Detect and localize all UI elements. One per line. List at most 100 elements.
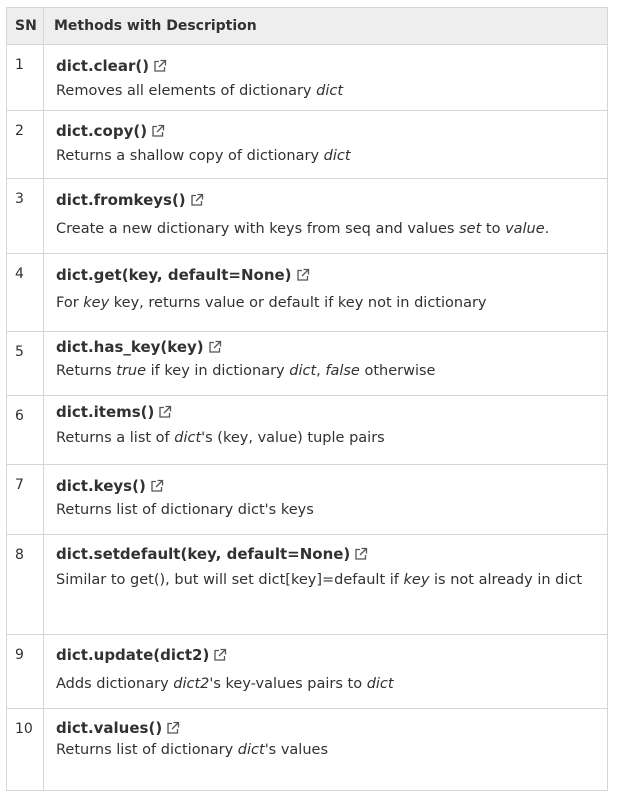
method-name[interactable]: dict.clear() (56, 57, 149, 75)
table-row: 7 dict.keys() Returns list of dictionary d… (7, 465, 607, 535)
table-body: 1 dict.clear() Removes all elements of dic… (7, 45, 607, 791)
method-description: Returns true if key in dictionary dict, … (56, 359, 596, 383)
description-text: Returns (56, 363, 117, 379)
method-link[interactable]: dict.items() (56, 403, 596, 421)
row-sn: 8 (7, 535, 44, 634)
method-link[interactable]: dict.clear() (56, 57, 596, 75)
description-text: For (56, 295, 84, 311)
description-emphasis: true (116, 363, 147, 379)
method-description: Returns a shallow copy of dictionary dic… (56, 144, 596, 168)
method-description: Similar to get(), but will set dict[key]… (56, 568, 596, 592)
row-description-cell: dict.update(dict2) Adds dictionary dict2'… (44, 635, 607, 708)
description-text: is not already in dict (429, 572, 583, 588)
method-link[interactable]: dict.has_key(key) (56, 338, 596, 356)
row-sn: 9 (7, 635, 44, 708)
method-link[interactable]: dict.get(key, default=None) (56, 266, 596, 284)
description-emphasis: dict (237, 742, 265, 758)
description-text: Returns a shallow copy of dictionary (56, 148, 324, 164)
row-description-cell: dict.keys() Returns list of dictionary di… (44, 465, 607, 534)
description-text: Create a new dictionary with keys from s… (56, 221, 460, 237)
description-emphasis: dict (366, 676, 394, 692)
table-row: 1 dict.clear() Removes all elements of dic… (7, 45, 607, 111)
description-emphasis: dict (323, 148, 351, 164)
table-row: 6 dict.items() Returns a list of dict's (k… (7, 396, 607, 465)
method-name[interactable]: dict.get(key, default=None) (56, 266, 292, 284)
external-link-icon[interactable] (190, 193, 204, 207)
row-sn: 6 (7, 396, 44, 464)
external-link-icon[interactable] (150, 479, 164, 493)
header-methods: Methods with Description (54, 18, 257, 34)
description-emphasis: dict (316, 83, 344, 99)
description-text: , (316, 363, 326, 379)
description-text: if key in dictionary (146, 363, 290, 379)
table-row: 9 dict.update(dict2) Adds dictionary dict2… (7, 635, 607, 709)
description-text: Removes all elements of dictionary (56, 83, 317, 99)
table-row: 8 dict.setdefault(key, default=None) Simil… (7, 535, 607, 635)
description-emphasis: dict2 (173, 676, 210, 692)
method-description: Create a new dictionary with keys from s… (56, 217, 596, 241)
row-description-cell: dict.copy() Returns a shallow copy of dic… (44, 111, 607, 178)
description-text: to (481, 221, 506, 237)
method-name[interactable]: dict.setdefault(key, default=None) (56, 545, 350, 563)
description-text: Returns list of dictionary dict's keys (56, 502, 314, 518)
method-name[interactable]: dict.fromkeys() (56, 191, 186, 209)
method-link[interactable]: dict.setdefault(key, default=None) (56, 545, 596, 563)
external-link-icon[interactable] (166, 721, 180, 735)
method-link[interactable]: dict.keys() (56, 477, 596, 495)
row-sn: 5 (7, 332, 44, 395)
method-name[interactable]: dict.copy() (56, 122, 147, 140)
row-description-cell: dict.values() Returns list of dictionary … (44, 709, 607, 790)
description-emphasis: set (459, 221, 482, 237)
row-sn: 4 (7, 254, 44, 331)
description-emphasis: value (505, 221, 545, 237)
method-description: Removes all elements of dictionary dict (56, 79, 596, 103)
method-name[interactable]: dict.has_key(key) (56, 338, 204, 356)
header-sn: SN (7, 8, 44, 44)
row-sn: 7 (7, 465, 44, 534)
description-text: Adds dictionary (56, 676, 174, 692)
external-link-icon[interactable] (153, 59, 167, 73)
description-emphasis: key (83, 295, 110, 311)
method-name[interactable]: dict.update(dict2) (56, 646, 209, 664)
method-link[interactable]: dict.copy() (56, 122, 596, 140)
description-emphasis: false (325, 363, 360, 379)
method-description: Returns list of dictionary dict's keys (56, 498, 596, 522)
description-emphasis: dict (174, 430, 202, 446)
description-text: otherwise (359, 363, 436, 379)
external-link-icon[interactable] (208, 340, 222, 354)
method-name[interactable]: dict.values() (56, 719, 162, 737)
row-description-cell: dict.fromkeys() Create a new dictionary w… (44, 179, 607, 253)
external-link-icon[interactable] (158, 405, 172, 419)
row-description-cell: dict.items() Returns a list of dict's (ke… (44, 396, 607, 464)
description-text: 's (key, value) tuple pairs (201, 430, 385, 446)
table-header-row: SN Methods with Description (7, 7, 607, 45)
method-link[interactable]: dict.update(dict2) (56, 646, 596, 664)
external-link-icon[interactable] (213, 648, 227, 662)
method-description: For key key, returns value or default if… (56, 291, 596, 315)
method-description: Returns a list of dict's (key, value) tu… (56, 426, 596, 450)
method-link[interactable]: dict.values() (56, 719, 596, 737)
description-emphasis: key (403, 572, 430, 588)
method-name[interactable]: dict.keys() (56, 477, 146, 495)
table-row: 2 dict.copy() Returns a shallow copy of di… (7, 111, 607, 179)
row-description-cell: dict.has_key(key) Returns true if key in … (44, 332, 607, 395)
methods-table: SN Methods with Description 1 dict.clear(… (6, 7, 608, 791)
description-text: Similar to get(), but will set dict[key]… (56, 572, 404, 588)
external-link-icon[interactable] (151, 124, 165, 138)
table-row: 10 dict.values() Returns list of dictionar… (7, 709, 607, 791)
description-text: 's values (264, 742, 328, 758)
method-link[interactable]: dict.fromkeys() (56, 191, 596, 209)
description-text: key, returns value or default if key not… (109, 295, 487, 311)
row-description-cell: dict.clear() Removes all elements of dict… (44, 45, 607, 110)
row-sn: 10 (7, 709, 44, 790)
method-name[interactable]: dict.items() (56, 403, 154, 421)
row-sn: 2 (7, 111, 44, 178)
row-sn: 1 (7, 45, 44, 110)
external-link-icon[interactable] (354, 547, 368, 561)
row-sn: 3 (7, 179, 44, 253)
description-text: 's key-values pairs to (209, 676, 367, 692)
row-description-cell: dict.get(key, default=None) For key key, … (44, 254, 607, 331)
row-description-cell: dict.setdefault(key, default=None) Simila… (44, 535, 607, 634)
external-link-icon[interactable] (296, 268, 310, 282)
method-description: Adds dictionary dict2's key-values pairs… (56, 672, 596, 696)
